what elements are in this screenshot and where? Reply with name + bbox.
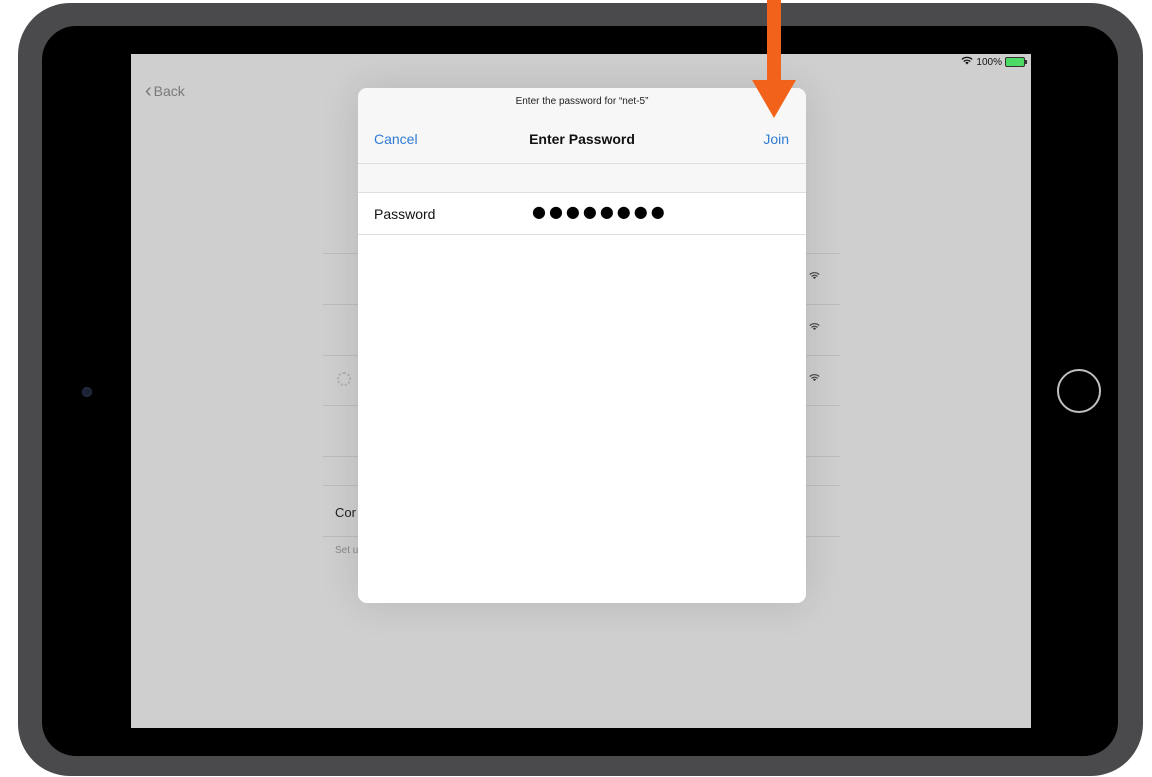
screen: 100% ‹ Back Cor Set u Enter the password… xyxy=(131,54,1031,728)
camera-icon xyxy=(82,387,92,397)
dialog-title: Enter Password xyxy=(529,131,635,147)
back-button[interactable]: ‹ Back xyxy=(145,80,185,102)
battery-percent: 100% xyxy=(976,56,1002,68)
annotation-arrow-icon xyxy=(752,0,796,118)
battery-icon xyxy=(1005,57,1027,67)
dialog-header: Enter the password for “net-5” Cancel En… xyxy=(358,88,806,164)
enter-password-dialog: Enter the password for “net-5” Cancel En… xyxy=(358,88,806,603)
loading-spinner-icon xyxy=(337,372,351,386)
wifi-icon xyxy=(809,271,820,283)
dialog-prompt: Enter the password for “net-5” xyxy=(515,96,649,107)
background-section-title: Cor xyxy=(335,505,356,520)
status-bar: 100% xyxy=(961,56,1027,68)
password-row[interactable]: Password xyxy=(358,193,806,235)
back-label: Back xyxy=(153,83,185,99)
password-field[interactable] xyxy=(530,201,774,222)
background-section-subtitle: Set u xyxy=(335,545,359,556)
password-label: Password xyxy=(374,206,436,222)
section-spacer xyxy=(358,164,806,193)
join-button[interactable]: Join xyxy=(763,131,789,147)
wifi-icon xyxy=(809,373,820,385)
chevron-left-icon: ‹ xyxy=(145,80,152,102)
wifi-icon xyxy=(961,56,974,68)
wifi-icon xyxy=(809,322,820,334)
home-button[interactable] xyxy=(1057,369,1101,413)
